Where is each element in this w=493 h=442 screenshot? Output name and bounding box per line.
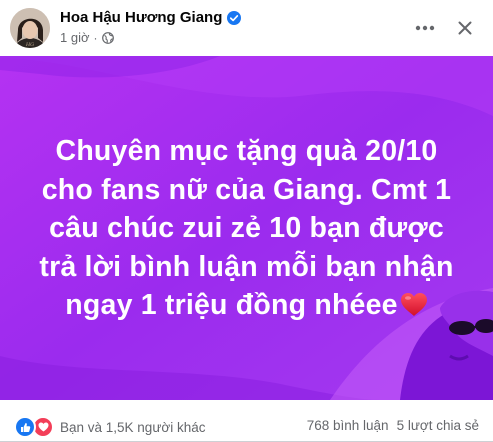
like-icon — [14, 416, 36, 438]
post-background-text[interactable]: Chuyên mục tặng quà 20/10 cho fans nữ củ… — [0, 56, 493, 400]
comments-count[interactable]: 768 bình luận — [307, 418, 389, 433]
svg-text:HG: HG — [25, 42, 34, 48]
close-button[interactable] — [447, 10, 483, 46]
more-options-button[interactable] — [407, 10, 443, 46]
close-icon — [458, 21, 472, 35]
verified-badge-icon — [227, 10, 242, 25]
post-header: HG Hoa Hậu Hương Giang 1 giờ · — [0, 0, 493, 56]
engagement-counts: 768 bình luận 5 lượt chia sẻ — [307, 418, 479, 433]
post-message: Chuyên mục tặng quà 20/10 cho fans nữ củ… — [30, 132, 463, 325]
heart-emoji-icon — [400, 289, 428, 316]
shares-count[interactable]: 5 lượt chia sẻ — [397, 418, 479, 433]
post-meta: 1 giờ · — [60, 30, 114, 45]
author-name[interactable]: Hoa Hậu Hương Giang — [60, 9, 222, 26]
reactions-text[interactable]: Bạn và 1,5K người khác — [60, 420, 205, 435]
author-avatar[interactable]: HG — [10, 8, 50, 48]
more-dots-icon — [415, 25, 435, 31]
post-line-5: ngay 1 triệu đồng nhéee — [65, 289, 398, 321]
post-line-3: câu chúc zui zẻ 10 bạn được — [49, 212, 444, 244]
post-footer: Bạn và 1,5K người khác 768 bình luận 5 l… — [0, 400, 493, 442]
reactions-summary[interactable]: Bạn và 1,5K người khác — [14, 416, 205, 438]
post-time[interactable]: 1 giờ — [60, 30, 90, 45]
globe-icon[interactable] — [101, 31, 114, 44]
post-line-1: Chuyên mục tặng quà 20/10 — [55, 135, 438, 167]
author-row: Hoa Hậu Hương Giang — [60, 9, 242, 26]
post-line-2: cho fans nữ của Giang. Cmt 1 — [41, 173, 452, 206]
meta-separator: · — [93, 30, 98, 45]
post-line-4: trả lời bình luận mỗi bạn nhận — [39, 250, 454, 283]
facebook-post: HG Hoa Hậu Hương Giang 1 giờ · Chuyên mụ… — [0, 0, 493, 442]
